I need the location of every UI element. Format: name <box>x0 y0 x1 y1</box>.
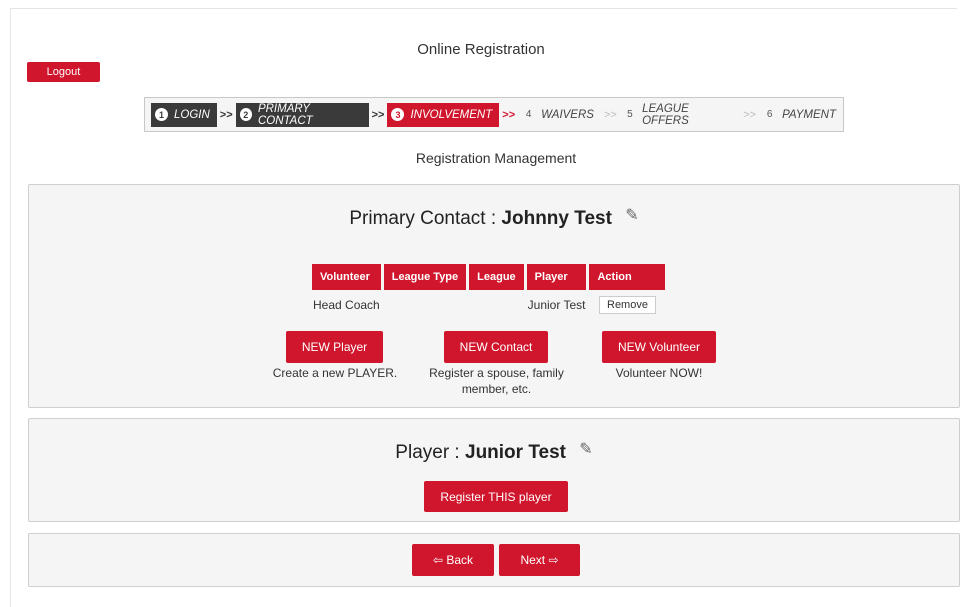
step-login[interactable]: 1 LOGIN <box>151 102 217 127</box>
new-player-caption: Create a new PLAYER. <box>272 366 398 380</box>
arrow-left-icon: ⇦ <box>432 553 444 567</box>
progress-steps: 1 LOGIN >> 2 PRIMARY CONTACT >> 3 INVOLV… <box>144 97 844 132</box>
edit-pencil-icon[interactable]: ✎ <box>579 439 592 459</box>
navigation-panel: ⇦ Back Next ⇨ <box>28 533 960 587</box>
step-league-offers: 5 LEAGUE OFFERS <box>620 103 740 127</box>
column-header-player: Player <box>526 264 587 290</box>
player-label: Player : <box>395 442 460 463</box>
primary-contact-name: Johnny Test <box>501 208 612 229</box>
cell-player: Junior Test <box>527 298 586 312</box>
step-payment: 6 PAYMENT <box>759 103 843 127</box>
cell-action: Remove <box>589 290 665 320</box>
step-number: 1 <box>155 108 168 121</box>
back-button[interactable]: ⇦ Back <box>412 544 494 576</box>
new-volunteer-button[interactable]: NEW Volunteer <box>602 331 716 363</box>
step-number: 3 <box>391 108 405 121</box>
cell-league <box>469 290 524 320</box>
player-name: Junior Test <box>465 442 566 463</box>
step-waivers: 4 WAIVERS <box>518 103 601 127</box>
new-player-button[interactable]: NEW Player <box>286 331 383 363</box>
next-label: Next <box>520 553 546 567</box>
step-separator: >> <box>502 108 516 121</box>
step-separator: >> <box>219 108 233 121</box>
step-number: 4 <box>525 109 532 120</box>
column-header-league-type: League Type <box>383 264 467 290</box>
register-player-button[interactable]: Register THIS player <box>424 481 568 512</box>
next-button[interactable]: Next ⇨ <box>499 544 580 576</box>
step-label: PRIMARY CONTACT <box>257 102 313 127</box>
column-header-action: Action <box>589 264 666 290</box>
edit-pencil-icon[interactable]: ✎ <box>625 205 638 225</box>
back-label: Back <box>446 553 474 567</box>
new-volunteer-caption: Volunteer NOW! <box>615 366 703 380</box>
step-primary-contact[interactable]: 2 PRIMARY CONTACT <box>235 102 369 127</box>
step-separator: >> <box>743 108 757 121</box>
step-separator: >> <box>371 108 385 121</box>
step-label: PAYMENT <box>782 108 836 121</box>
player-heading: Player : Junior Test ✎ <box>29 439 959 464</box>
step-number: 6 <box>766 109 773 120</box>
new-contact-caption: Register a spouse, family member, etc. <box>429 366 564 396</box>
step-separator: >> <box>603 108 617 121</box>
section-subtitle: Registration Management <box>415 150 577 166</box>
primary-contact-label: Primary Contact : <box>349 208 497 229</box>
page-title: Online Registration <box>417 41 545 58</box>
logout-button[interactable]: Logout <box>27 62 100 82</box>
step-number: 5 <box>627 109 633 120</box>
step-label: LEAGUE OFFERS <box>642 102 689 127</box>
player-panel: Player : Junior Test ✎ Register THIS pla… <box>28 418 960 522</box>
step-involvement[interactable]: 3 INVOLVEMENT <box>387 102 500 127</box>
column-header-league: League <box>469 264 524 290</box>
primary-contact-heading: Primary Contact : Johnny Test ✎ <box>29 205 959 230</box>
column-header-volunteer: Volunteer <box>312 264 381 290</box>
cell-league-type <box>384 290 466 320</box>
step-label: INVOLVEMENT <box>410 108 493 121</box>
cell-volunteer: Head Coach <box>313 298 380 312</box>
step-label: WAIVERS <box>541 108 594 121</box>
table-row: Head Coach Junior Test Remove <box>312 290 665 320</box>
new-contact-button[interactable]: NEW Contact <box>444 331 548 363</box>
primary-contact-panel: Primary Contact : Johnny Test ✎ Voluntee… <box>28 184 960 408</box>
step-label: LOGIN <box>174 108 210 121</box>
step-number: 2 <box>239 108 252 121</box>
volunteer-table: Volunteer League Type League Player Acti… <box>309 264 668 320</box>
arrow-right-icon: ⇨ <box>548 553 559 567</box>
remove-button[interactable]: Remove <box>599 296 656 314</box>
